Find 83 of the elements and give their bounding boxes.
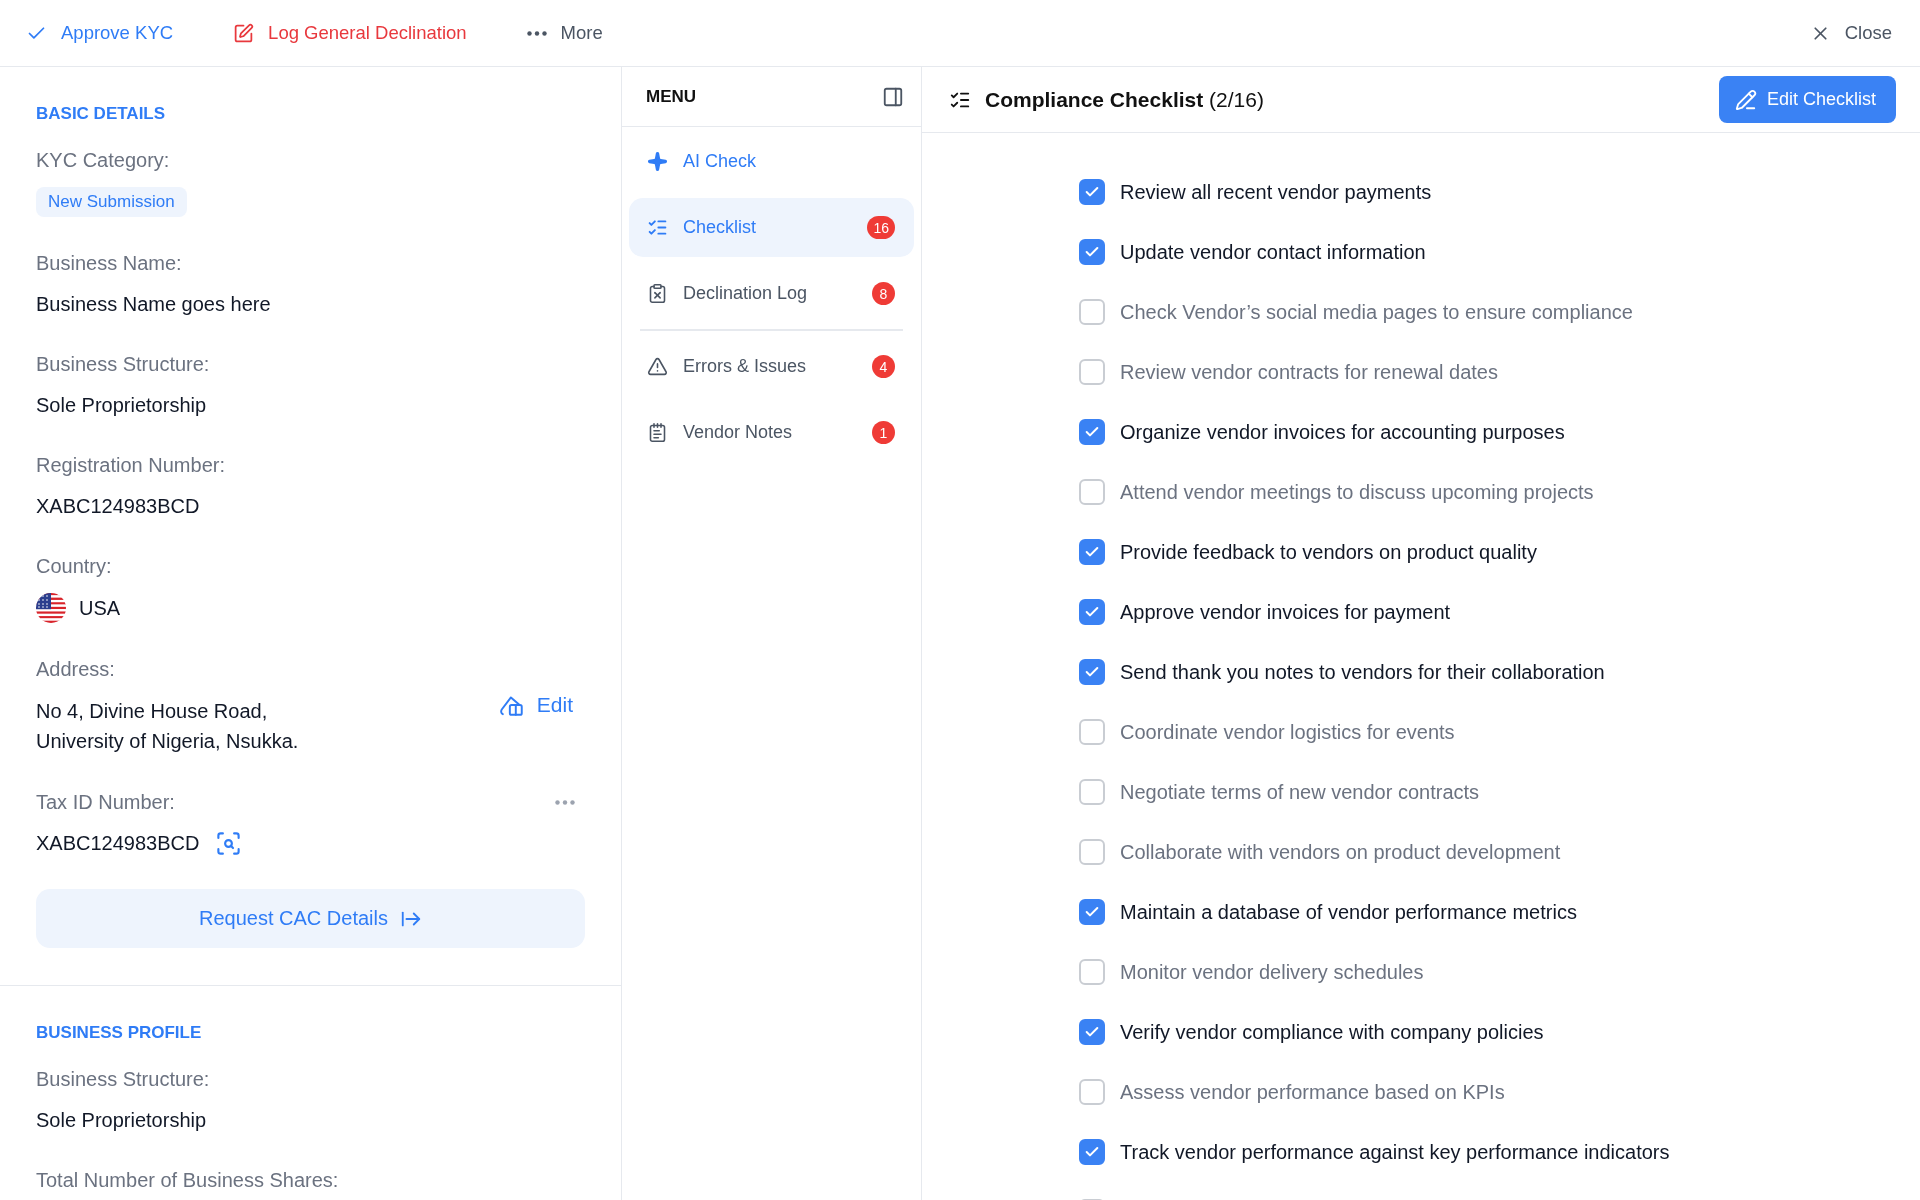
notepad-icon: [647, 422, 668, 443]
edit-address-button[interactable]: Edit: [498, 690, 585, 720]
checklist-icon: [647, 217, 668, 238]
section-title: BASIC DETAILS: [36, 103, 167, 125]
more-icon[interactable]: [555, 799, 575, 805]
field-value: XABC124983BCD: [36, 831, 200, 856]
field-label: Business Name:: [36, 251, 182, 276]
checklist-item-label: Organize vendor invoices for accounting purposes: [1120, 420, 1565, 444]
checkbox[interactable]: [1079, 779, 1105, 805]
field-label: Tax ID Number:: [36, 790, 175, 815]
checklist-item-label: Maintain a database of vendor performance metrics: [1120, 900, 1577, 924]
edit-icon: [233, 22, 255, 44]
checkbox[interactable]: [1079, 239, 1105, 265]
field-value: USA: [79, 596, 121, 621]
approve-button[interactable]: Approve KYC: [24, 18, 176, 48]
field-value: Business Name goes here: [36, 292, 272, 317]
checkbox[interactable]: [1079, 1139, 1105, 1165]
checklist-item-label: Monitor vendor delivery schedules: [1120, 960, 1424, 984]
checkbox[interactable]: [1079, 959, 1105, 985]
edit-checklist-button[interactable]: Edit Checklist: [1718, 76, 1896, 123]
checkbox[interactable]: [1079, 539, 1105, 565]
address-value: No 4, Divine House Road, University of Nigeria, Nsukka.: [36, 699, 299, 754]
checkbox[interactable]: [1079, 1019, 1105, 1045]
checkbox[interactable]: [1079, 419, 1105, 445]
checklist-item-label: Track vendor performance against key performance indicators: [1120, 1140, 1670, 1164]
menu-item[interactable]: Checklist 16: [629, 198, 914, 257]
checkbox[interactable]: [1079, 479, 1105, 505]
field-label: Registration Number:: [36, 453, 225, 478]
field-label: Country:: [36, 554, 112, 579]
checkbox[interactable]: [1079, 719, 1105, 745]
checkbox[interactable]: [1079, 359, 1105, 385]
checklist-item-label: Negotiate terms of new vendor contracts: [1120, 780, 1480, 804]
checklist-item-label: Verify vendor compliance with company policies: [1120, 1020, 1544, 1044]
checkbox[interactable]: [1079, 659, 1105, 685]
panel-toggle-icon[interactable]: [882, 85, 904, 108]
menu-item[interactable]: Errors & Issues 4: [629, 337, 914, 396]
request-button[interactable]: Request CAC Details: [36, 889, 585, 948]
checkbox[interactable]: [1079, 839, 1105, 865]
menu-item[interactable]: Declination Log 8: [629, 264, 914, 323]
field-value: Sole Proprietorship: [36, 393, 208, 418]
menu-item[interactable]: AI Check: [629, 132, 914, 191]
checklist-item-label: Send thank you notes to vendors for their collaboration: [1120, 660, 1605, 684]
checklist-item-label: Attend vendor meetings to discuss upcoming projects: [1120, 480, 1594, 504]
checklist-item-label: Assess vendor performance based on KPIs: [1120, 1080, 1505, 1104]
field-label: Address:: [36, 657, 115, 682]
search-icon[interactable]: [215, 829, 243, 857]
menu-item[interactable]: Vendor Notes 1: [629, 403, 914, 462]
count-badge: 8: [872, 282, 895, 305]
checkbox[interactable]: [1079, 899, 1105, 925]
pencil-icon: [1734, 88, 1757, 111]
checklist-item-label: Review all recent vendor payments: [1120, 180, 1432, 204]
warning-icon: [647, 356, 668, 377]
category-badge: New Submission: [36, 187, 187, 217]
field-label: Business Structure:: [36, 1067, 210, 1092]
field-label: Total Number of Business Shares:: [36, 1168, 339, 1193]
field-value: Sole Proprietorship: [36, 1108, 208, 1133]
checkbox[interactable]: [1079, 299, 1105, 325]
section-title: BUSINESS PROFILE: [36, 1022, 203, 1044]
checklist-item-label: Update vendor contact information: [1120, 240, 1426, 264]
count-badge: 1: [872, 421, 895, 444]
sparkle-icon: [647, 151, 668, 172]
field-label: Business Structure:: [36, 352, 210, 377]
checkbox[interactable]: [1079, 599, 1105, 625]
checklist-item-label: Provide feedback to vendors on product quality: [1120, 540, 1537, 564]
close-button[interactable]: Close: [1807, 18, 1894, 48]
count-badge: 4: [872, 355, 895, 378]
checkbox[interactable]: [1079, 179, 1105, 205]
count-badge: 16: [867, 216, 895, 239]
clipboard-icon: [647, 283, 668, 304]
checkbox[interactable]: [1079, 1079, 1105, 1105]
more-button[interactable]: More: [524, 18, 605, 48]
field-label: KYC Category:: [36, 148, 170, 173]
menu-title: MENU: [646, 86, 697, 107]
checklist-item-label: Coordinate vendor logistics for events: [1120, 720, 1455, 744]
flag-icon: [36, 593, 66, 623]
ellipsis-icon: [526, 30, 547, 36]
checklist-title: Compliance Checklist (2/16): [985, 87, 1265, 112]
decline-button[interactable]: Log General Declination: [231, 18, 469, 48]
checklist-item-label: Review vendor contracts for renewal dates: [1120, 360, 1498, 384]
field-value: XABC124983BCD: [36, 494, 201, 519]
checklist-item-label: Collaborate with vendors on product development: [1120, 840, 1561, 864]
checklist-item-label: Check Vendor’s social media pages to ensure compliance: [1120, 300, 1633, 324]
checklist-item-label: Approve vendor invoices for payment: [1120, 600, 1451, 624]
